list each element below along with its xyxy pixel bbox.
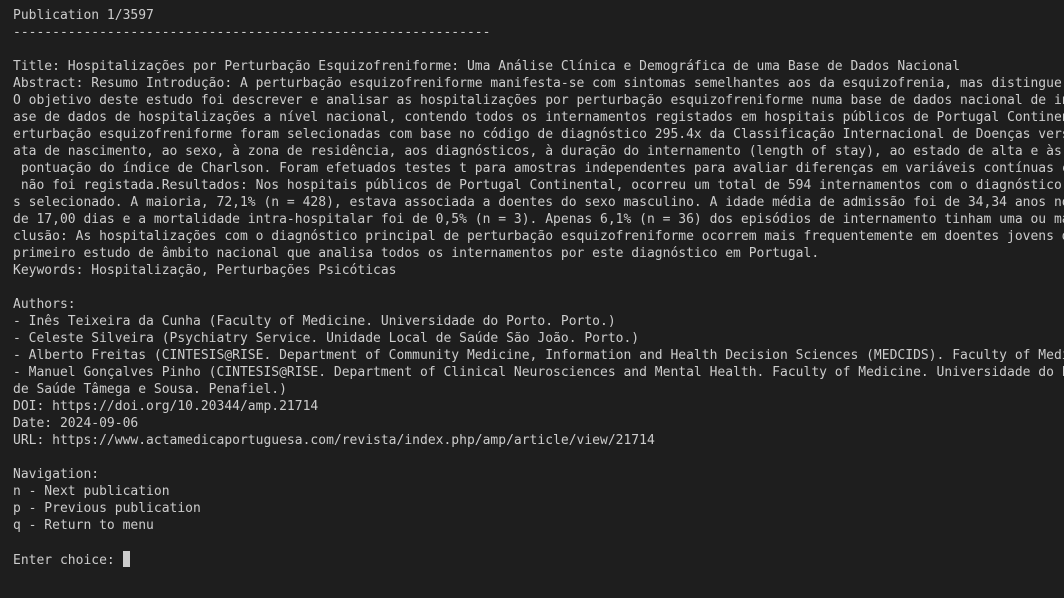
abstract-line: clusão: As hospitalizações com o diagnós… [13, 229, 1064, 244]
author-item: - Alberto Freitas (CINTESIS@RISE. Depart… [13, 348, 1064, 363]
author-item: - Celeste Silveira (Psychiatry Service. … [13, 331, 640, 346]
navigation-label: Navigation: [13, 467, 100, 482]
abstract-line: s selecionado. A maioria, 72,1% (n = 428… [13, 195, 1064, 210]
prompt-label: Enter choice: [13, 553, 123, 568]
abstract-line: não foi registada.Resultados: Nos hospit… [20, 178, 1062, 193]
authors-label: Authors: [13, 297, 76, 312]
author-item: - Manuel Gonçalves Pinho (CINTESIS@RISE.… [13, 365, 1064, 380]
author-item: - Inês Teixeira da Cunha (Faculty of Med… [13, 314, 616, 329]
publication-counter: Publication 1/3597 [13, 8, 154, 23]
text-cursor[interactable] [122, 551, 130, 567]
nav-option-next: n - Next publication [13, 484, 170, 499]
abstract-line: ata de nascimento, ao sexo, à zona de re… [13, 144, 1062, 159]
keywords-line: Keywords: Hospitalização, Perturbações P… [13, 263, 397, 278]
nav-option-previous: p - Previous publication [13, 501, 201, 516]
abstract-line: O objetivo deste estudo foi descrever e … [13, 93, 1064, 108]
abstract-line: Abstract: Resumo Introdução: A perturbaç… [13, 76, 1064, 91]
date-line: Date: 2024-09-06 [13, 416, 139, 431]
abstract-line: erturbação esquizofreniforme foram selec… [13, 127, 1064, 142]
authors-list: - Inês Teixeira da Cunha (Faculty of Med… [13, 313, 1064, 398]
abstract-block: Abstract: Resumo Introdução: A perturbaç… [13, 75, 1064, 262]
abstract-line: ase de dados de hospitalizações a nível … [13, 110, 1064, 125]
input-prompt-line[interactable]: Enter choice: [13, 551, 1064, 568]
abstract-line: primeiro estudo de âmbito nacional que a… [13, 246, 820, 261]
publication-title: Title: Hospitalizações por Perturbação E… [13, 59, 961, 74]
terminal-window[interactable]: Publication 1/3597 ---------------------… [0, 0, 1064, 598]
nav-option-menu: q - Return to menu [13, 518, 154, 533]
url-line: URL: https://www.actamedicaportuguesa.co… [13, 433, 655, 448]
separator-line: ----------------------------------------… [13, 25, 491, 40]
abstract-line: de 17,00 dias e a mortalidade intra-hosp… [13, 212, 1064, 227]
doi-line: DOI: https://doi.org/10.20344/amp.21714 [13, 399, 319, 414]
author-item: de Saúde Tâmega e Sousa. Penafiel.) [13, 382, 287, 397]
abstract-line: pontuação do índice de Charlson. Foram e… [20, 161, 1064, 176]
